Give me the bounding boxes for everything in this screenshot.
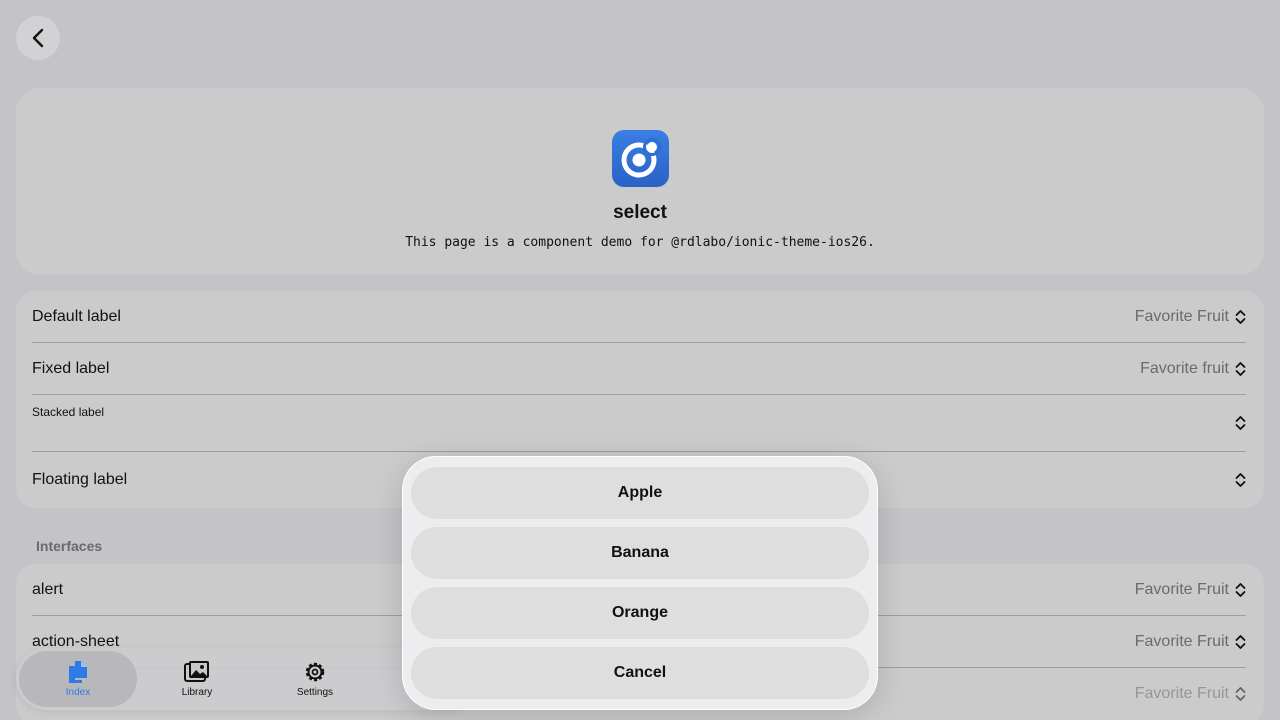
gear-icon [305, 662, 325, 682]
option-apple[interactable]: Apple [411, 467, 869, 519]
select-placeholder: Favorite Fruit [1134, 685, 1229, 702]
cancel-button[interactable]: Cancel [411, 647, 869, 699]
select-placeholder: Favorite fruit [1140, 359, 1229, 377]
section-title: Interfaces [36, 538, 103, 554]
select-stacked-label[interactable]: Stacked label [32, 395, 1246, 452]
page-description: This page is a component demo for @rdlab… [405, 235, 875, 250]
select-placeholder: Favorite Fruit [1134, 632, 1229, 650]
select-fixed-label[interactable]: Fixed label Favorite fruit [32, 343, 1246, 395]
chevron-up-down-icon [1235, 582, 1246, 597]
tab-label: Index [65, 687, 91, 698]
action-sheet: Apple Banana Orange Cancel [402, 456, 878, 710]
row-label: Fixed label [32, 359, 110, 377]
back-button[interactable] [16, 16, 60, 60]
tab-label: Settings [296, 687, 334, 698]
option-orange[interactable]: Orange [411, 587, 869, 639]
chevron-up-down-icon [1235, 473, 1246, 487]
ionic-logo-icon [611, 130, 669, 187]
row-label: Floating label [32, 471, 128, 488]
tab-index[interactable]: Index [19, 651, 137, 707]
page-title: select [613, 202, 667, 223]
hero-card: select This page is a component demo for… [16, 88, 1264, 275]
row-label: Default label [32, 307, 121, 325]
option-banana[interactable]: Banana [411, 527, 869, 579]
chevron-up-down-icon [1235, 687, 1246, 701]
chevron-up-down-icon [1235, 416, 1246, 430]
chevron-up-down-icon [1235, 361, 1246, 376]
select-default-label[interactable]: Default label Favorite Fruit [32, 291, 1246, 343]
chevron-left-icon [32, 28, 44, 48]
select-placeholder: Favorite Fruit [1134, 580, 1229, 598]
row-label: Stacked label [32, 405, 105, 419]
row-label: alert [32, 580, 64, 598]
tab-label: Library [181, 687, 213, 698]
select-placeholder: Favorite Fruit [1134, 307, 1229, 325]
documents-icon [69, 661, 87, 683]
chevron-up-down-icon [1235, 634, 1246, 649]
images-icon [184, 661, 209, 682]
tab-library[interactable]: Library [138, 651, 256, 707]
tab-settings[interactable]: Settings [256, 651, 374, 707]
chevron-up-down-icon [1235, 309, 1246, 324]
